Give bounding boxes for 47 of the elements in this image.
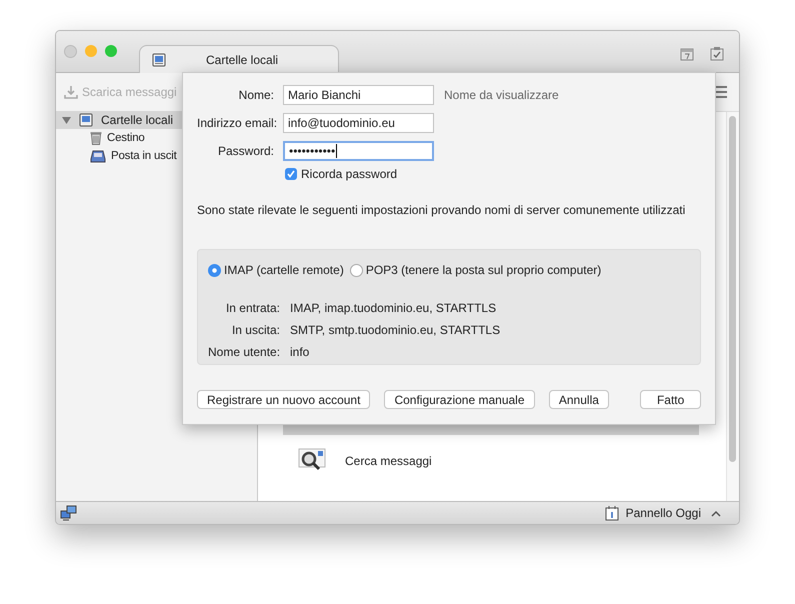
monitor-icon [152, 52, 166, 66]
tab-title: Cartelle locali [206, 52, 278, 66]
checkbox-label[interactable]: Ricorda password [301, 167, 398, 181]
setting-label: In entrata: [224, 301, 280, 315]
dialog-button[interactable]: Configurazione manuale [384, 390, 535, 409]
folder-tab[interactable]: Cartelle locali [139, 45, 339, 73]
folder-label: Cartelle locali [101, 113, 174, 127]
trash-icon [90, 131, 102, 145]
expanded-triangle-icon[interactable] [62, 116, 71, 124]
radio-label[interactable]: IMAP (cartelle remote) [224, 263, 344, 277]
menu-icon[interactable] [713, 86, 727, 98]
tray-icon [90, 150, 106, 162]
folder-label: Posta in uscit [111, 150, 177, 162]
setting-value: SMTP, smtp.tuodominio.eu, STARTTLS [290, 323, 502, 337]
scroll-thumb[interactable] [729, 116, 736, 462]
calendar-icon[interactable] [604, 505, 620, 521]
field-label: Password: [216, 144, 274, 158]
setting-label: In uscita: [230, 323, 280, 337]
caret-up-icon[interactable] [711, 510, 721, 516]
task-icon[interactable] [709, 46, 725, 62]
download-icon [64, 85, 78, 99]
monitor-icon [79, 113, 93, 127]
input-field[interactable]: ••••••••••• [283, 141, 434, 161]
checkbox[interactable] [285, 168, 297, 180]
setting-value: info [290, 345, 310, 359]
input-field[interactable]: info@tuodominio.eu [283, 113, 434, 133]
radio-label[interactable]: POP3 (tenere la posta sul proprio computer) [366, 263, 602, 277]
field-label: Nome: [238, 88, 274, 102]
action-label[interactable]: Cerca messaggi [345, 454, 432, 468]
dialog-button[interactable]: Registrare un nuovo account [197, 390, 370, 409]
setting-value: IMAP, imap.tuodominio.eu, STARTTLS [290, 301, 498, 315]
input-field[interactable]: Mario Bianchi [283, 85, 434, 105]
text-cursor [336, 144, 338, 158]
dialog-button[interactable]: Fatto [640, 390, 701, 409]
today-pane-label[interactable]: Pannello Oggi [626, 506, 701, 520]
detection-message: Sono state rilevate le seguenti impostazioni provando nomi di server comunemente utilizzati [197, 203, 686, 217]
folder-item[interactable]: Cestino [56, 129, 257, 147]
field-hint: Nome da visualizzare [443, 88, 560, 102]
calendar-icon[interactable] [679, 46, 695, 62]
folder-label: Cestino [107, 132, 145, 144]
scrollbar[interactable] [726, 112, 739, 501]
radio-button[interactable] [350, 264, 363, 276]
network-icon[interactable] [60, 505, 78, 521]
radio-button[interactable] [208, 264, 221, 276]
zoom-button[interactable] [105, 45, 117, 57]
dialog-button[interactable]: Annulla [548, 390, 610, 409]
setting-label: Nome utente: [208, 345, 280, 359]
